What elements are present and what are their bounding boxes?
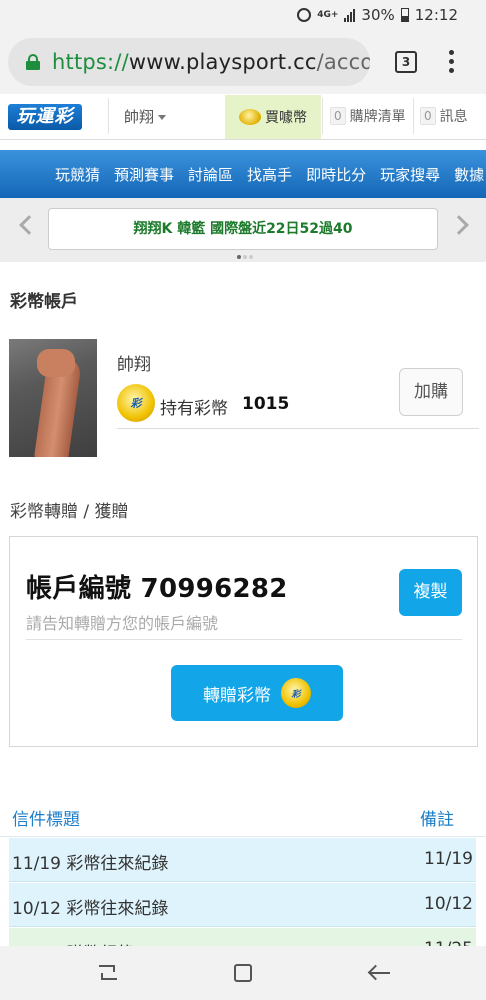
chevron-right-icon[interactable]	[449, 215, 469, 235]
browser-toolbar: https://www.playsport.cc/accoun 3	[0, 30, 486, 94]
transfer-coins-label: 轉贈彩幣	[203, 685, 271, 706]
row-title: 11/19 彩幣往來紀錄	[12, 854, 169, 874]
buy-coins-label: 買噱幣	[265, 110, 307, 126]
site-logo[interactable]: 玩運彩	[8, 104, 82, 130]
cart-link[interactable]: 0 購牌清單	[330, 106, 406, 126]
nav-item-predict[interactable]: 預測賽事	[114, 164, 174, 185]
row-note: 11/19	[424, 849, 473, 869]
balance-value: 1015	[242, 394, 290, 414]
coin-icon: 彩	[117, 384, 155, 422]
user-name: 帥翔	[117, 355, 151, 375]
nav-item-stats[interactable]: 數據	[454, 164, 484, 185]
ticker-item[interactable]: 翔翔K 韓籃 國際盤近22日52過40	[48, 208, 438, 250]
row-title: 10/12 彩幣往來紀錄	[12, 899, 169, 919]
msg-count-badge: 0	[420, 107, 436, 125]
table-header: 信件標題 備註	[0, 795, 486, 837]
lock-icon	[26, 54, 40, 70]
divider	[117, 428, 479, 429]
alarm-icon	[297, 8, 312, 22]
cart-count-badge: 0	[330, 107, 346, 125]
divider	[322, 98, 323, 134]
coin-icon: 彩	[281, 678, 311, 708]
divider	[108, 98, 109, 134]
transfer-coins-button[interactable]: 轉贈彩幣 彩	[171, 665, 343, 721]
battery-icon	[400, 8, 409, 22]
messages-link[interactable]: 0 訊息	[420, 106, 468, 126]
user-menu-label: 帥翔	[124, 108, 155, 126]
table-row[interactable]: 10/12 彩幣往來紀錄 10/12	[9, 883, 476, 927]
carousel-dots	[237, 255, 253, 259]
column-note-header[interactable]: 備註	[420, 805, 454, 830]
url-text: https://www.playsport.cc/accoun	[52, 50, 370, 74]
recent-apps-icon[interactable]	[99, 965, 119, 981]
section-title: 彩幣轉贈 / 獲贈	[10, 502, 129, 522]
account-number: 帳戶編號 70996282	[26, 574, 288, 604]
nav-item-forum[interactable]: 討論區	[188, 164, 233, 185]
user-menu-dropdown[interactable]: 帥翔	[124, 106, 167, 127]
back-icon[interactable]	[370, 972, 390, 974]
home-icon[interactable]	[234, 964, 252, 982]
nav-item-player-search[interactable]: 玩家搜尋	[380, 164, 440, 185]
nav-item-experts[interactable]: 找高手	[247, 164, 292, 185]
signal-icon	[344, 8, 356, 22]
address-bar[interactable]: https://www.playsport.cc/accoun	[8, 38, 370, 86]
nav-item-guess[interactable]: 玩競猜	[55, 164, 100, 185]
row-note: 10/12	[424, 894, 473, 914]
chevron-left-icon[interactable]	[19, 215, 39, 235]
balance-label: 持有彩幣	[160, 399, 228, 419]
tab-switcher-button[interactable]: 3	[395, 51, 417, 73]
copy-button[interactable]: 複製	[399, 569, 462, 616]
column-title-header[interactable]: 信件標題	[12, 805, 80, 830]
caret-down-icon	[158, 115, 167, 120]
buy-coins-button[interactable]: 買噱幣	[225, 95, 321, 139]
messages-label: 訊息	[439, 109, 468, 125]
account-hint: 請告知轉贈方您的帳戶編號	[26, 614, 219, 633]
ticker-banner: 翔翔K 韓籃 國際盤近22日52過40	[0, 198, 486, 262]
divider	[26, 639, 462, 640]
battery-percent: 30%	[361, 6, 395, 24]
page-title: 彩幣帳戶	[10, 292, 78, 312]
cart-label: 購牌清單	[349, 109, 406, 125]
clock: 12:12	[414, 6, 458, 24]
menu-kebab-icon[interactable]	[449, 50, 455, 74]
avatar	[9, 339, 97, 457]
nav-item-live-score[interactable]: 即時比分	[306, 164, 366, 185]
divider	[413, 98, 414, 134]
coin-icon	[239, 109, 261, 125]
network-indicator: 4G+	[317, 10, 339, 20]
table-row[interactable]: 11/19 彩幣往來紀錄 11/19	[9, 838, 476, 882]
main-nav: 玩競猜 預測賽事 討論區 找高手 即時比分 玩家搜尋 數據	[0, 150, 486, 198]
status-bar: 4G+ 30% 12:12	[0, 0, 486, 30]
topup-button[interactable]: 加購	[399, 368, 463, 416]
